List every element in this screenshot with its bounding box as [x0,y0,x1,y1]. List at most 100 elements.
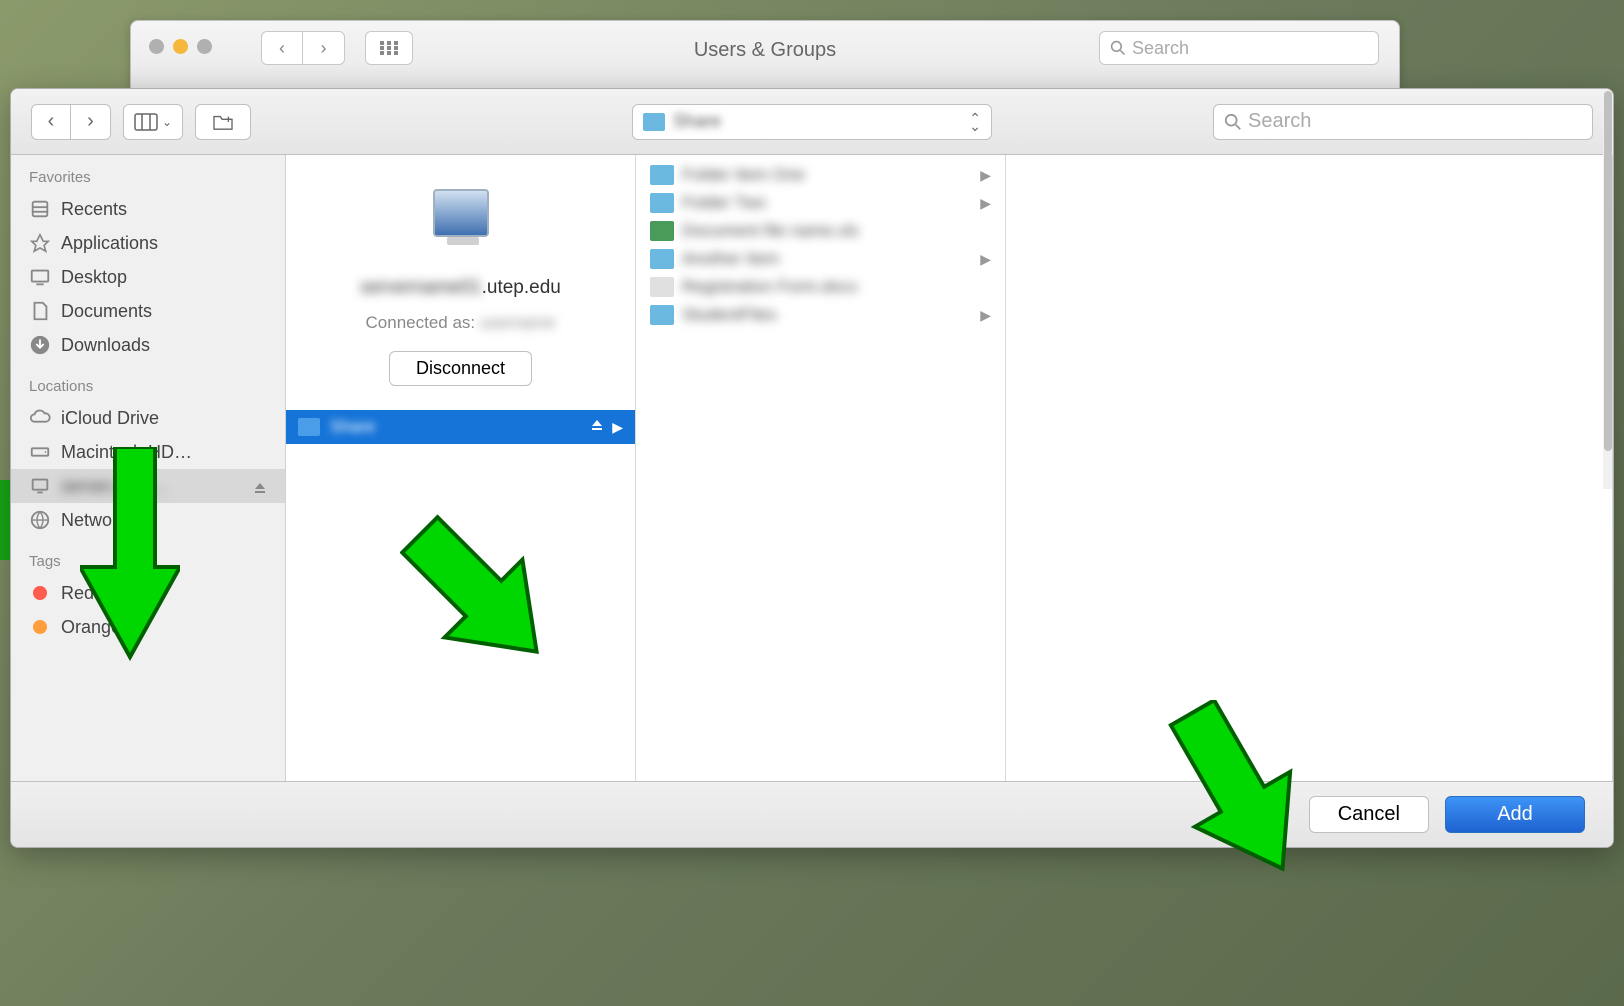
close-button[interactable] [149,39,164,54]
chevron-right-icon: ▶ [612,419,623,436]
documents-icon [29,300,51,322]
bg-search-field[interactable]: Search [1099,31,1379,65]
sidebar-item-recents[interactable]: Recents [11,192,285,226]
server-info-column: servername01.utep.edu Connected as: user… [286,155,636,848]
tag-dot-red-icon [33,586,47,600]
traffic-lights [149,39,212,54]
view-toggle-button[interactable]: ⌄ [123,104,183,140]
folder-icon [650,165,674,185]
icloud-icon [29,407,51,429]
folder-item-label: StudentFiles [682,305,972,325]
downloads-icon [29,334,51,356]
sidebar-item-label: Desktop [61,267,267,288]
chevron-right-icon: ▶ [980,167,991,184]
chevron-updown-icon: ⌃⌄ [969,114,981,130]
sidebar-header-tags: Tags [11,547,285,576]
sidebar-item-icloud[interactable]: iCloud Drive [11,401,285,435]
column-browser: servername01.utep.edu Connected as: user… [286,155,1613,848]
folder-item[interactable]: Folder Item One ▶ [636,161,1005,189]
folder-item-label: Another Item [682,249,972,269]
folder-item[interactable]: Document file name.xls [636,217,1005,245]
sidebar-item-label: Orange [61,617,267,638]
sidebar-item-label: Macintosh HD… [61,442,267,463]
path-dropdown[interactable]: Share ⌃⌄ [632,104,992,140]
minimize-button[interactable] [173,39,188,54]
share-item-selected[interactable]: Share ▶ [286,410,635,444]
hd-icon [29,441,51,463]
bg-search-placeholder: Search [1132,38,1189,59]
search-placeholder: Search [1248,110,1311,133]
sidebar-item-desktop[interactable]: Desktop [11,260,285,294]
xls-icon [650,221,674,241]
shared-folder-icon [298,418,320,436]
path-label: Share [673,111,969,132]
sidebar-item-label: Network [61,510,267,531]
chevron-right-icon: ▶ [980,307,991,324]
add-button[interactable]: Add [1445,796,1585,833]
sidebar: Favorites Recents Applications Desktop D… [11,155,286,848]
cancel-button[interactable]: Cancel [1309,796,1429,833]
sidebar-item-label: Applications [61,233,267,254]
sidebar-item-applications[interactable]: Applications [11,226,285,260]
maximize-button[interactable] [197,39,212,54]
connected-as-label: Connected as: username [366,313,556,333]
folder-contents-column: Folder Item One ▶ Folder Two ▶ Document file… [636,155,1006,848]
sidebar-header-locations: Locations [11,372,285,401]
recents-icon [29,198,51,220]
bg-forward-button[interactable]: › [303,31,345,65]
sidebar-item-network[interactable]: Network [11,503,285,537]
sidebar-item-label: Downloads [61,335,267,356]
forward-button[interactable]: › [71,104,111,140]
sidebar-item-label: Documents [61,301,267,322]
bg-show-all-button[interactable] [365,31,413,65]
sidebar-item-downloads[interactable]: Downloads [11,328,285,362]
sidebar-item-server[interactable]: server.utep… [11,469,285,503]
share-label: Share [330,417,590,437]
back-button[interactable]: ‹ [31,104,71,140]
disconnect-button[interactable]: Disconnect [389,351,532,386]
eject-icon[interactable] [253,479,267,493]
computer-icon [29,475,51,497]
bg-back-button[interactable]: ‹ [261,31,303,65]
folder-item-label: Registration Form.docx [682,277,991,297]
sheet-toolbar: ‹ › ⌄ Share ⌃⌄ Search [11,89,1613,155]
columns-icon [134,113,158,131]
folder-item[interactable]: StudentFiles ▶ [636,301,1005,329]
network-icon [29,509,51,531]
folder-item-label: Document file name.xls [682,221,991,241]
tag-dot-orange-icon [33,620,47,634]
server-computer-icon [433,189,489,237]
sidebar-item-label: iCloud Drive [61,408,267,429]
search-icon [1224,113,1242,131]
sidebar-tag-red[interactable]: Red [11,576,285,610]
bg-window-title: Users & Groups [694,39,836,62]
folder-icon [650,305,674,325]
folder-item[interactable]: Registration Form.docx [636,273,1005,301]
folder-item[interactable]: Another Item ▶ [636,245,1005,273]
finder-open-sheet: ‹ › ⌄ Share ⌃⌄ Search Favorites [10,88,1614,848]
sidebar-item-label: server.utep… [61,476,243,497]
applications-icon [29,232,51,254]
search-field[interactable]: Search [1213,104,1593,140]
chevron-right-icon: ▶ [980,195,991,212]
folder-item[interactable]: Folder Two ▶ [636,189,1005,217]
shared-folder-icon [643,113,665,131]
folder-item-label: Folder Item One [682,165,972,185]
new-folder-button[interactable] [195,104,251,140]
new-folder-icon [212,113,234,131]
empty-column [1006,155,1613,848]
sidebar-item-label: Red [61,583,267,604]
sidebar-tag-orange[interactable]: Orange [11,610,285,644]
grid-icon [380,41,398,55]
sidebar-item-macintosh-hd[interactable]: Macintosh HD… [11,435,285,469]
chevron-right-icon: ▶ [980,251,991,268]
folder-icon [650,193,674,213]
folder-item-label: Folder Two [682,193,972,213]
sidebar-item-label: Recents [61,199,267,220]
nav-buttons: ‹ › [31,104,111,140]
doc-icon [650,277,674,297]
eject-icon[interactable] [590,418,604,437]
server-hostname: servername01.utep.edu [360,277,561,299]
sidebar-item-documents[interactable]: Documents [11,294,285,328]
desktop-icon [29,266,51,288]
